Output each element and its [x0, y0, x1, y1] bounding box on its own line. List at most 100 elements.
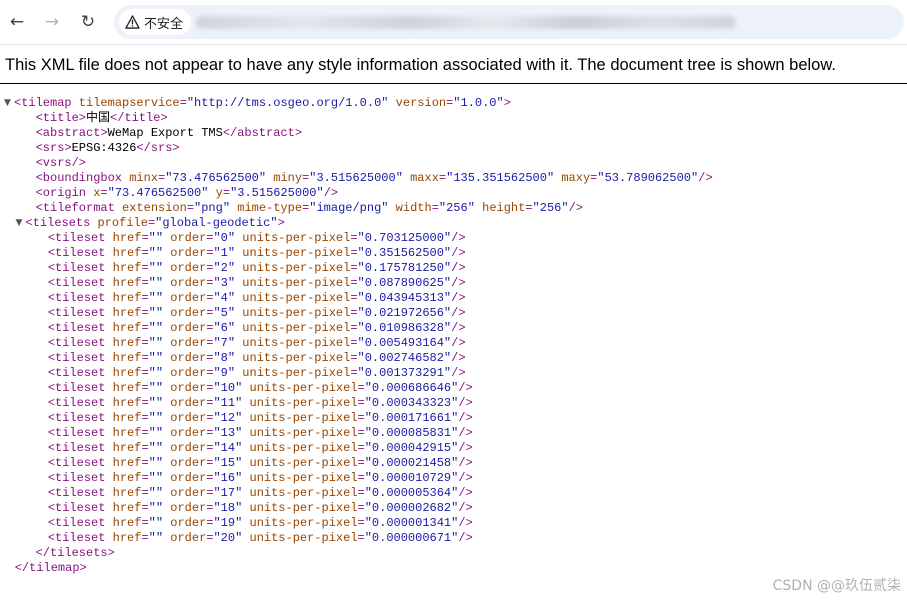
- tag-open: <tileset: [47, 411, 106, 425]
- attr-name: order: [163, 261, 207, 275]
- tag-open: <tileset: [47, 531, 106, 545]
- tag-bracket: />: [458, 486, 473, 500]
- url-text-redacted[interactable]: [196, 16, 736, 29]
- reload-button[interactable]: ↻: [75, 9, 101, 35]
- attr-equals: =: [141, 411, 149, 425]
- tag-open: <tileset: [47, 351, 106, 365]
- attr-name: units-per-pixel: [235, 231, 351, 245]
- back-button[interactable]: ←: [4, 9, 30, 35]
- attr-equals: =: [186, 201, 195, 215]
- attr-value: "png": [194, 201, 231, 215]
- attr-name: units-per-pixel: [242, 396, 358, 410]
- attr-name: href: [105, 411, 142, 425]
- security-label: 不安全: [144, 16, 184, 32]
- attr-equals: =: [350, 291, 358, 305]
- attr-value: "": [148, 531, 164, 545]
- tag-open: <origin: [35, 186, 87, 200]
- attr-value: "0.043945313": [357, 291, 452, 305]
- attr-equals: =: [350, 231, 358, 245]
- attr-value: "3.515625000": [230, 186, 324, 200]
- attr-equals: =: [141, 306, 149, 320]
- xml-line: <tileset href="" order="20" units-per-pi…: [0, 531, 907, 546]
- attr-value: "0.000085831": [364, 426, 459, 440]
- attr-value: "0.000171661": [364, 411, 459, 425]
- attr-value: "": [148, 231, 164, 245]
- warning-triangle-icon: [125, 15, 140, 29]
- attr-equals: =: [141, 426, 149, 440]
- attr-name: units-per-pixel: [235, 336, 351, 350]
- arrow-left-icon: ←: [9, 12, 25, 32]
- attr-equals: =: [141, 501, 149, 515]
- notice-divider: [0, 83, 907, 84]
- attr-equals: =: [141, 336, 149, 350]
- tag-close: </abstract>: [222, 126, 303, 140]
- xml-line: <tileset href="" order="0" units-per-pix…: [0, 231, 907, 246]
- xml-document-tree: ▼ <tilemap tilemapservice="http://tms.osg…: [0, 96, 907, 576]
- tag-open: <tileset: [47, 501, 106, 515]
- attr-name: units-per-pixel: [235, 306, 351, 320]
- collapse-triangle-icon[interactable]: ▼: [4, 96, 11, 111]
- tag-bracket: />: [458, 441, 473, 455]
- attr-equals: =: [357, 411, 365, 425]
- tag-bracket: />: [451, 291, 466, 305]
- xml-line: <tileset href="" order="19" units-per-pi…: [0, 516, 907, 531]
- security-chip[interactable]: 不安全: [119, 9, 192, 35]
- tag-open: <tileset: [47, 231, 106, 245]
- attr-name: href: [105, 471, 142, 485]
- attr-name: maxx: [402, 171, 439, 185]
- attr-name: href: [105, 246, 142, 260]
- attr-name: order: [163, 246, 207, 260]
- tag-open: <tileset: [47, 321, 106, 335]
- xml-line: <tileset href="" order="3" units-per-pix…: [0, 276, 907, 291]
- attr-value: "19": [213, 516, 243, 530]
- attr-name: href: [105, 306, 142, 320]
- attr-value: "0.000000671": [364, 531, 459, 545]
- attr-value: "0.703125000": [357, 231, 452, 245]
- tag-bracket: />: [458, 426, 473, 440]
- attr-name: extension: [114, 201, 187, 215]
- attr-name: order: [163, 396, 207, 410]
- tag-bracket: />: [451, 366, 466, 380]
- attr-name: href: [105, 381, 142, 395]
- browser-toolbar: ← → ↻ 不安全: [0, 0, 907, 45]
- collapse-triangle-icon[interactable]: ▼: [16, 216, 23, 231]
- tag-bracket: />: [568, 201, 583, 215]
- xml-line: <boundingbox minx="73.476562500" miny="3…: [0, 171, 907, 186]
- attr-equals: =: [357, 441, 365, 455]
- forward-button[interactable]: →: [39, 9, 65, 35]
- attr-value: "0.000010729": [364, 471, 459, 485]
- address-bar[interactable]: 不安全: [114, 5, 904, 39]
- attr-equals: =: [141, 321, 149, 335]
- tag-open: <tilemap: [14, 96, 72, 110]
- attr-name: order: [163, 531, 207, 545]
- attr-value: "7": [213, 336, 236, 350]
- attr-value: "": [148, 321, 164, 335]
- attr-value: "": [148, 276, 164, 290]
- attr-value: "13": [213, 426, 243, 440]
- attr-equals: =: [141, 456, 149, 470]
- tag-open: <srs>: [35, 141, 72, 155]
- xml-line: <tileset href="" order="16" units-per-pi…: [0, 471, 907, 486]
- attr-name: href: [105, 456, 142, 470]
- attr-value: "": [148, 516, 164, 530]
- attr-value: "0": [213, 231, 236, 245]
- attr-equals: =: [141, 381, 149, 395]
- xml-line: <tileset href="" order="2" units-per-pix…: [0, 261, 907, 276]
- text-content: WeMap Export TMS: [107, 126, 223, 140]
- attr-name: units-per-pixel: [242, 516, 358, 530]
- watermark: CSDN @@玖伍贰柒: [772, 578, 901, 594]
- attr-name: order: [163, 471, 207, 485]
- tag-close: </tilemap>: [14, 561, 87, 575]
- attr-equals: =: [350, 261, 358, 275]
- attr-value: "0.087890625": [357, 276, 452, 290]
- tag-open: <abstract>: [35, 126, 108, 140]
- attr-value: "17": [213, 486, 243, 500]
- attr-name: miny: [266, 171, 303, 185]
- attr-equals: =: [357, 516, 365, 530]
- attr-value: "": [148, 306, 164, 320]
- attr-name: units-per-pixel: [235, 261, 351, 275]
- attr-name: href: [105, 366, 142, 380]
- attr-value: "": [148, 501, 164, 515]
- attr-name: units-per-pixel: [242, 486, 358, 500]
- tag-bracket: >: [503, 96, 511, 110]
